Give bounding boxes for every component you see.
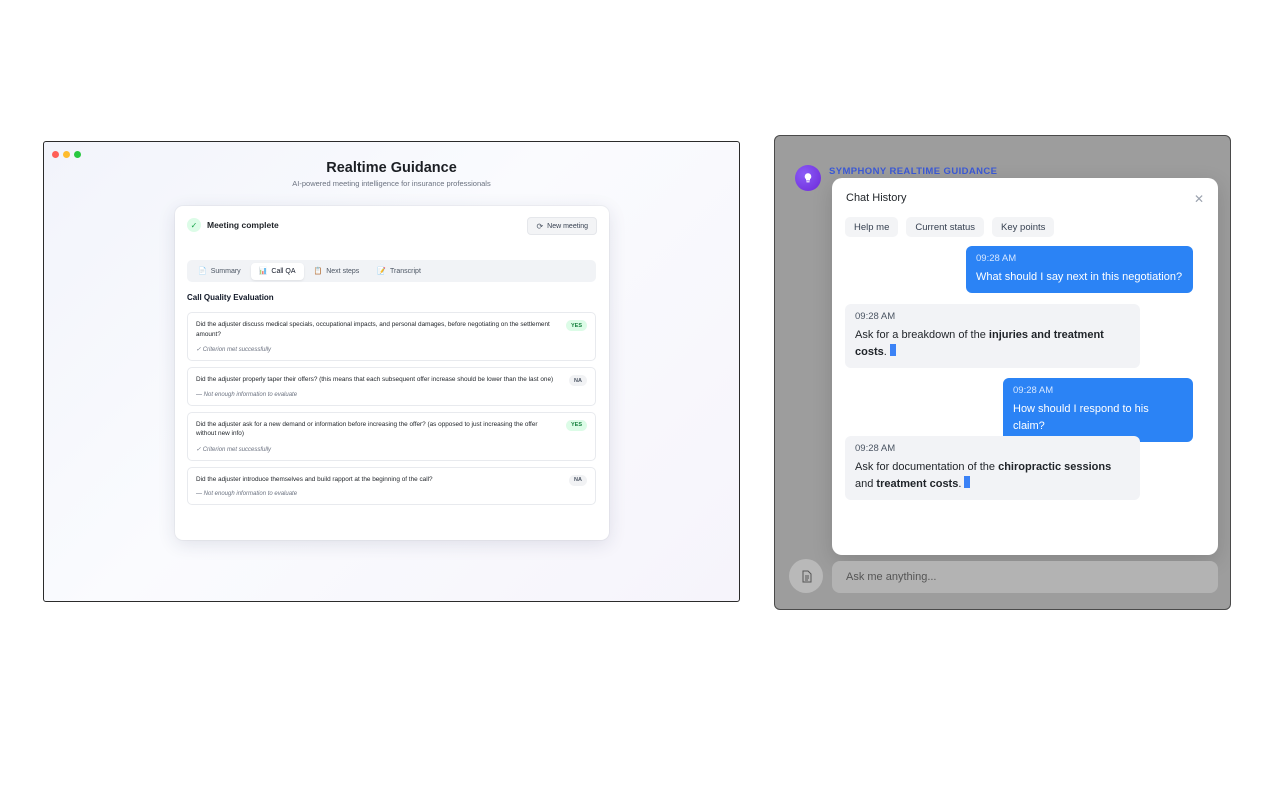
message-text-part: . (883, 346, 887, 358)
qa-note: ✓ Criterion met successfully (196, 347, 272, 353)
status-badge: YES (565, 320, 587, 331)
document-icon (802, 570, 811, 582)
message-time: 09:28 AM (976, 253, 1017, 264)
status-text: Meeting complete (207, 220, 279, 230)
typing-cursor (964, 476, 971, 488)
symphony-guidance-window: SYMPHONY REALTIME GUIDANCE Chat History … (774, 135, 1231, 610)
message-text-part: Ask for documentation of the (855, 461, 999, 473)
qa-question: Did the adjuster properly taper their of… (196, 376, 554, 383)
tab-next-steps[interactable]: 📋 Next steps (306, 263, 368, 280)
chip-help-me[interactable]: Help me (845, 217, 899, 237)
qa-note: — Not enough information to evaluate (196, 391, 298, 398)
chat-history-panel: Chat History ✕ Help me Current status Ke… (832, 178, 1218, 555)
message-time: 09:28 AM (855, 443, 896, 454)
memo-icon: 📝 (377, 268, 387, 275)
message-text: What should I say next in this negotiati… (976, 271, 1183, 283)
minimize-window-button[interactable] (63, 151, 70, 158)
new-meeting-button[interactable]: ⟳ New meeting (527, 217, 597, 235)
document-icon: 📄 (198, 268, 207, 275)
realtime-guidance-window: Realtime Guidance AI-powered meeting int… (43, 141, 740, 602)
lightbulb-icon (795, 165, 821, 191)
assistant-message: 09:28 AM Ask for a breakdown of the inju… (845, 304, 1140, 368)
assistant-message: 09:28 AM Ask for documentation of the ch… (845, 436, 1140, 500)
chart-icon: 📊 (258, 268, 268, 275)
new-meeting-label: New meeting (547, 222, 588, 230)
user-message: 09:28 AM What should I say next in this … (966, 246, 1193, 293)
chip-current-status[interactable]: Current status (906, 217, 985, 237)
close-icon[interactable]: ✕ (1194, 192, 1204, 206)
tab-label: Next steps (326, 267, 360, 275)
check-icon: ✓ (187, 218, 201, 232)
typing-cursor (889, 344, 896, 356)
tab-bar: 📄 Summary 📊 Call QA 📋 Next steps 📝 Trans… (187, 260, 596, 282)
meeting-card: ✓ Meeting complete ⟳ New meeting 📄 Summa… (175, 206, 609, 540)
message-time: 09:28 AM (1013, 385, 1054, 396)
qa-list: Did the adjuster discuss medical special… (187, 312, 596, 511)
qa-item: Did the adjuster ask for a new demand or… (187, 411, 596, 461)
tab-label: Transcript (390, 267, 421, 275)
brand-title: SYMPHONY REALTIME GUIDANCE (829, 166, 998, 177)
status-badge: NA (569, 474, 587, 486)
user-message: 09:28 AM How should I respond to his cla… (1003, 378, 1193, 442)
tab-call-qa[interactable]: 📊 Call QA (250, 262, 304, 280)
qa-question: Did the adjuster discuss medical special… (196, 321, 550, 338)
message-text: Ask for documentation of the chiropracti… (855, 459, 1130, 493)
meeting-status: ✓ Meeting complete (187, 218, 279, 232)
message-text-part: . (958, 478, 962, 490)
tab-transcript[interactable]: 📝 Transcript (369, 263, 429, 280)
close-window-button[interactable] (52, 151, 59, 158)
tab-label: Call QA (271, 267, 296, 275)
qa-item: Did the adjuster properly taper their of… (187, 367, 596, 406)
message-emphasis: chiropractic sessions (998, 461, 1112, 473)
message-text-part: and (855, 478, 877, 490)
message-text: Ask for a breakdown of the injuries and … (855, 327, 1130, 361)
qa-item: Did the adjuster introduce themselves an… (187, 466, 596, 505)
window-controls (52, 151, 81, 158)
tab-summary[interactable]: 📄 Summary (190, 263, 249, 280)
clipboard-icon: 📋 (313, 268, 323, 275)
app-subtitle: AI-powered meeting intelligence for insu… (292, 179, 491, 188)
qa-question: Did the adjuster introduce themselves an… (196, 475, 433, 483)
status-badge: NA (569, 375, 587, 386)
chip-key-points[interactable]: Key points (992, 217, 1055, 237)
lightbulb-glyph (804, 173, 812, 183)
qa-question: Did the adjuster ask for a new demand or… (196, 420, 538, 438)
message-emphasis: treatment costs (876, 478, 959, 490)
attach-document-button[interactable] (789, 559, 823, 593)
refresh-icon: ⟳ (536, 221, 544, 231)
qa-note: — Not enough information to evaluate (196, 491, 298, 497)
section-title: Call Quality Evaluation (187, 293, 274, 302)
message-time: 09:28 AM (855, 311, 896, 322)
message-text-part: Ask for a breakdown of the (855, 329, 989, 341)
app-title: Realtime Guidance (326, 160, 457, 176)
status-badge: YES (565, 419, 587, 431)
tab-label: Summary (210, 267, 241, 275)
message-text: How should I respond to his claim? (1013, 403, 1149, 432)
qa-item: Did the adjuster discuss medical special… (187, 312, 596, 361)
maximize-window-button[interactable] (74, 151, 81, 158)
qa-note: ✓ Criterion met successfully (196, 446, 272, 453)
chat-input[interactable]: Ask me anything... (832, 561, 1218, 593)
chat-title: Chat History (846, 192, 907, 204)
quick-actions: Help me Current status Key points (845, 217, 1055, 237)
